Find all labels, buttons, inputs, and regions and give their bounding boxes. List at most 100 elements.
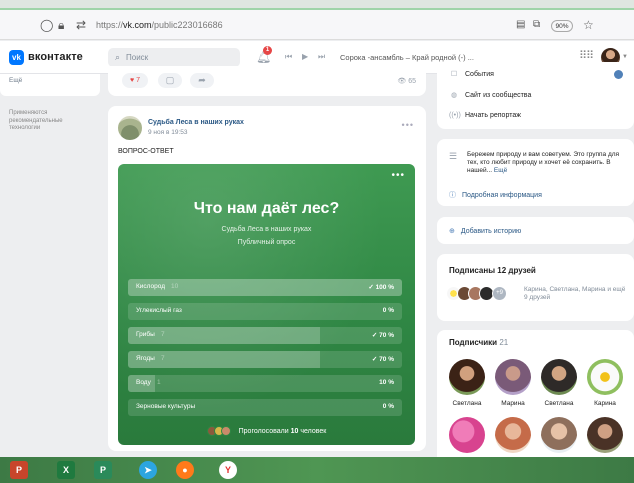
shield-icon[interactable]: ◯ xyxy=(40,19,53,31)
subscriber-item[interactable]: Карина xyxy=(583,359,627,407)
description-text: Бережем природу и вам советуем. Это груп… xyxy=(467,151,620,174)
poll-option-label: Зерновые культуры xyxy=(136,403,196,410)
screenshot-icon[interactable]: ⧉ xyxy=(533,19,540,31)
add-story-card: ⊕ Добавить историю xyxy=(437,217,634,244)
poll-option[interactable]: Углекислый газ 0 % xyxy=(128,303,402,320)
events-item[interactable]: ☐ События xyxy=(449,70,494,78)
subscriber-item[interactable]: Светлана xyxy=(537,359,581,407)
community-info-card: ☰ Бережем природу и вам советуем. Это гр… xyxy=(437,139,634,206)
chevron-down-icon[interactable]: ▼ xyxy=(622,54,628,60)
url-prefix: https:// xyxy=(96,20,124,30)
subscriber-item[interactable] xyxy=(491,417,535,453)
url-path: /public223016686 xyxy=(151,20,223,30)
subscriber-item[interactable] xyxy=(445,417,489,453)
recommendation-note: Применяются рекомендательные технологии xyxy=(9,110,63,131)
report-item[interactable]: ((•)) Начать репортаж xyxy=(449,112,521,119)
poll-option[interactable]: Зерновые культуры 0 % xyxy=(128,399,402,416)
poll-option-label: Углекислый газ xyxy=(136,307,182,314)
vk-logo-icon[interactable]: vk xyxy=(9,50,24,65)
publisher-icon[interactable]: P xyxy=(94,461,112,479)
subscriber-avatar xyxy=(495,417,531,453)
subscriber-item[interactable]: Светлана xyxy=(445,359,489,407)
like-count: 7 xyxy=(136,77,140,84)
like-button[interactable]: ♥ 7 xyxy=(122,73,148,88)
address-field[interactable]: https://vk.com/public223016686 xyxy=(96,20,223,30)
subscriber-item[interactable] xyxy=(537,417,581,453)
comment-button[interactable]: ▢ xyxy=(158,73,182,88)
poll-option-label: Ягоды xyxy=(136,355,155,362)
zoom-level[interactable]: 90% xyxy=(551,20,573,32)
info-icon: ⓘ xyxy=(449,192,456,199)
voter-avatar xyxy=(220,426,231,436)
excel-icon[interactable]: X xyxy=(57,461,75,479)
voters-suffix: человек xyxy=(300,427,327,435)
search-input[interactable] xyxy=(126,51,226,64)
poll-option-percent: ✓ 70 % xyxy=(371,356,394,363)
play-icon[interactable]: ▶ xyxy=(302,52,308,61)
post-author[interactable]: Судьба Леса в наших руках xyxy=(148,119,244,126)
poll-source[interactable]: Судьба Леса в наших руках xyxy=(118,226,415,233)
community-avatar[interactable] xyxy=(118,116,142,140)
events-label: События xyxy=(465,71,494,78)
subscriber-avatar xyxy=(449,417,485,453)
poll-option[interactable]: Грибы 7 ✓ 70 % xyxy=(128,327,402,344)
subscriber-item[interactable]: Марина xyxy=(491,359,535,407)
powerpoint-icon[interactable]: P xyxy=(10,461,28,479)
brand-name[interactable]: вконтакте xyxy=(28,51,83,63)
permissions-icon[interactable]: ⇄ xyxy=(76,19,86,31)
site-item[interactable]: ◍ Сайт из сообщества xyxy=(449,91,531,99)
poll-option[interactable]: Воду 1 10 % xyxy=(128,375,402,392)
community-actions-card: ☐ События ◍ Сайт из сообщества ((•)) Начать… xyxy=(437,62,634,129)
now-playing-track[interactable]: Сорока -ансамбль – Край родной (-) ... xyxy=(340,53,474,62)
subscribers-label: Подписчики xyxy=(449,338,498,347)
subscriber-avatar xyxy=(587,417,623,453)
post-text: ВОПРОС-ОТВЕТ xyxy=(118,148,174,155)
share-icon: ➦ xyxy=(198,75,206,85)
comment-icon: ▢ xyxy=(165,75,175,85)
description-more-link[interactable]: Ещё xyxy=(494,167,507,174)
bookmark-star-icon[interactable]: ☆ xyxy=(583,19,594,31)
broadcast-icon: ((•)) xyxy=(449,112,461,119)
reader-view-icon[interactable]: ▤ xyxy=(516,19,525,31)
more-link[interactable]: Ещё xyxy=(9,77,22,84)
firefox-icon[interactable]: ● xyxy=(176,461,194,479)
subscribers-title[interactable]: Подписчики 21 xyxy=(449,338,508,347)
poll-option-count: 10 xyxy=(171,283,179,290)
post-more-icon[interactable]: ••• xyxy=(402,120,414,130)
more-info-link[interactable]: ⓘ Подробная информация xyxy=(449,190,542,200)
subscriber-avatar xyxy=(541,417,577,453)
add-story-icon: ⊕ xyxy=(449,228,455,235)
poll-option-bar xyxy=(128,327,320,344)
poll-option-label: Грибы xyxy=(136,331,155,338)
add-story-button[interactable]: ⊕ Добавить историю xyxy=(449,227,521,235)
subscriber-name: Карина xyxy=(594,400,616,407)
post-date[interactable]: 9 ноя в 19:53 xyxy=(148,129,187,136)
poll: ••• Что нам даёт лес? Судьба Леса в наши… xyxy=(118,164,415,445)
more-info-label: Подробная информация xyxy=(462,192,542,199)
lock-icon[interactable]: 🔒︎ xyxy=(58,19,64,31)
search-box[interactable]: ⌕ xyxy=(108,48,240,67)
telegram-icon[interactable]: ➤ xyxy=(139,461,157,479)
next-track-icon[interactable]: ⏭ xyxy=(318,52,325,62)
top-strip xyxy=(0,0,634,10)
community-description: Бережем природу и вам советуем. Это груп… xyxy=(467,151,627,175)
views-count: 65 xyxy=(408,78,416,85)
add-story-label: Добавить историю xyxy=(460,228,522,235)
poll-option[interactable]: Кислород 10 ✓ 100 % xyxy=(128,279,402,296)
poll-option-bar xyxy=(128,279,402,296)
friends-more-badge[interactable]: +9 xyxy=(492,286,507,301)
subscriber-name: Светлана xyxy=(452,400,482,407)
poll-option[interactable]: Ягоды 7 ✓ 70 % xyxy=(128,351,402,368)
poll-option-label: Кислород xyxy=(136,283,166,290)
share-button[interactable]: ➦ xyxy=(190,73,214,88)
yandex-browser-icon[interactable]: Y xyxy=(219,461,237,479)
poll-option-label: Воду xyxy=(136,379,151,386)
friends-title[interactable]: Подписаны 12 друзей xyxy=(449,266,536,275)
poll-option-percent: ✓ 100 % xyxy=(368,284,394,291)
poll-more-icon[interactable]: ••• xyxy=(391,170,405,181)
apps-grid-icon[interactable]: ⠿⠿ xyxy=(579,49,594,62)
prev-track-icon[interactable]: ⏮ xyxy=(285,52,292,62)
friends-names[interactable]: Карина, Светлана, Марина и ещё 9 друзей xyxy=(524,286,629,302)
poll-voters[interactable]: Проголосовали 10 человек xyxy=(118,426,415,436)
subscriber-item[interactable] xyxy=(583,417,627,453)
